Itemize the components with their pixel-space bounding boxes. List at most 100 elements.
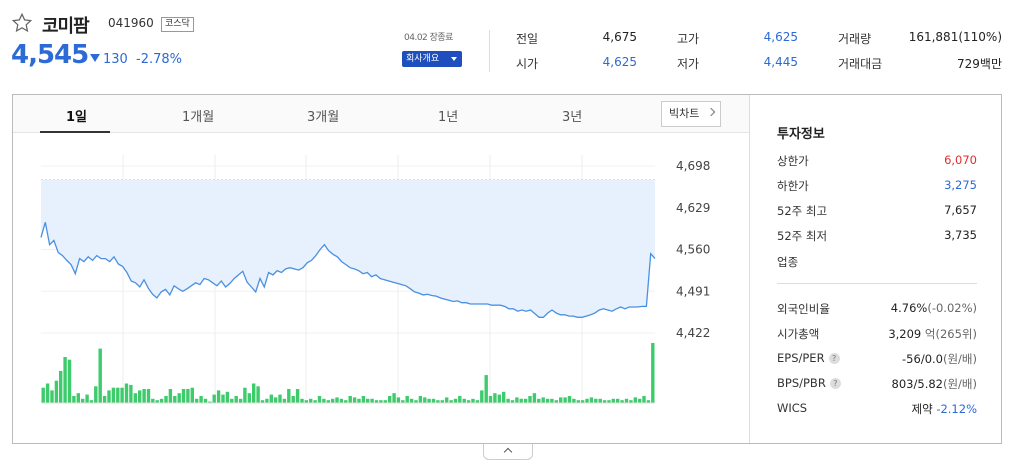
stock-code: 041960 (108, 16, 154, 30)
volume-bar (98, 348, 102, 403)
volume-bar (265, 398, 269, 403)
volume-bar (295, 389, 300, 403)
volume-bar (405, 396, 409, 403)
volume-bar (116, 387, 120, 403)
volume-bar (85, 394, 89, 403)
volume-bar (252, 383, 256, 403)
volume-bar (225, 391, 230, 403)
chevron-right-icon (706, 107, 716, 117)
header-divider (489, 30, 490, 72)
volume-bar (203, 398, 208, 403)
volume-bar (164, 396, 168, 403)
big-chart-button[interactable]: 빅차트 (661, 101, 721, 127)
volume-bar (532, 393, 537, 403)
volume-bar (550, 398, 554, 403)
high-label: 고가 (677, 32, 700, 46)
info-row-lower-limit: 하한가 3,275 (777, 178, 977, 193)
volume-bar (559, 397, 563, 403)
help-icon[interactable]: ? (828, 353, 840, 364)
volume-bar (339, 398, 344, 403)
volume-bar (124, 383, 129, 403)
volume-bar (273, 397, 278, 403)
volume-bar (278, 394, 282, 403)
volume-bar (392, 393, 396, 403)
price-change: 130 (90, 52, 128, 67)
volume-bar (370, 398, 374, 403)
tab-1day[interactable]: 1일 (66, 106, 87, 125)
volume-bar (300, 398, 304, 403)
caret-down-icon (451, 57, 457, 61)
tab-3month[interactable]: 3개월 (307, 106, 339, 125)
tab-3year[interactable]: 3년 (562, 106, 582, 125)
favorite-star-icon[interactable] (11, 12, 33, 34)
help-icon[interactable]: ? (829, 378, 841, 389)
info-row-foreign-ratio: 외국인비율 4.76%(-0.02%) (777, 301, 977, 316)
y-tick-label: 4,560 (676, 243, 710, 257)
volume-bar (471, 398, 475, 403)
volume-bar (221, 394, 225, 403)
volume-bar (633, 397, 637, 403)
y-tick-label: 4,491 (676, 284, 710, 298)
low-label: 저가 (677, 57, 700, 71)
volume-bar (616, 398, 620, 403)
invest-info-title: 투자정보 (777, 127, 825, 142)
info-row-eps-per: EPS/PER? -56/0.0(원/배) (777, 351, 977, 366)
volume-bar (427, 398, 431, 403)
volume-bar (572, 398, 576, 403)
collapse-handle[interactable] (483, 444, 533, 460)
chart-panel: 1일 1개월 3개월 1년 3년 빅차트 4,698 4,629 4,560 4,49… (12, 94, 1002, 444)
volume-bar (453, 398, 458, 403)
info-row-upper-limit: 상한가 6,070 (777, 153, 977, 168)
volume-bar (212, 394, 216, 403)
volume-bar (458, 396, 462, 403)
volume-label: 거래량 (838, 32, 872, 46)
info-row-52w-high: 52주 최고 7,657 (777, 203, 977, 218)
volume-bar (357, 398, 361, 403)
open-label: 시가 (516, 57, 539, 71)
tab-1month[interactable]: 1개월 (182, 106, 214, 125)
y-tick-label: 4,422 (676, 326, 710, 340)
price-area (41, 179, 655, 318)
volume-bar (366, 398, 370, 403)
volume-bar (195, 398, 199, 403)
volume-bar (287, 389, 291, 403)
info-row-sector: 업종 (777, 255, 799, 269)
volume-bar (67, 359, 72, 403)
volume-bar (142, 389, 146, 403)
volume-bar (563, 397, 567, 403)
volume-bar (230, 398, 234, 403)
volume-bar (651, 343, 655, 403)
volume-bar (638, 398, 642, 403)
volume-bar (269, 394, 273, 403)
volume-bar (445, 397, 449, 403)
volume-bar (488, 396, 493, 403)
volume-bar (598, 398, 602, 403)
info-row-wics: WICS 제약 -2.12% (777, 401, 977, 416)
volume-bar (282, 398, 287, 403)
y-tick-label: 4,629 (676, 201, 710, 215)
volume-bar (541, 397, 545, 403)
volume-bar (133, 393, 137, 403)
volume-bar (216, 390, 221, 403)
volume-bar (537, 398, 541, 403)
volume-bar (138, 390, 142, 403)
volume-bar (361, 396, 366, 403)
volume-bar (545, 398, 550, 403)
volume-bar (94, 386, 98, 403)
tab-1year[interactable]: 1년 (438, 106, 458, 125)
company-overview-button[interactable]: 회사개요 (402, 51, 462, 67)
volume-bar (120, 387, 124, 403)
period-tabs: 1일 1개월 3개월 1년 3년 빅차트 (13, 95, 749, 133)
volume-bar (199, 396, 203, 403)
prev-close-value: 4,675 (602, 30, 637, 44)
y-tick-label: 4,698 (676, 159, 710, 173)
volume-bar (388, 396, 392, 403)
amount-value: 729백만 (957, 57, 1002, 71)
market-badge: 코스닥 (161, 17, 194, 32)
chevron-up-icon (503, 447, 513, 457)
volume-bar (642, 396, 646, 403)
volume-bar (63, 357, 67, 403)
volume-bar (107, 390, 111, 403)
price-chart[interactable]: 4,6984,6294,5604,4914,422101112131415 (13, 133, 749, 405)
volume-bar (322, 398, 326, 403)
